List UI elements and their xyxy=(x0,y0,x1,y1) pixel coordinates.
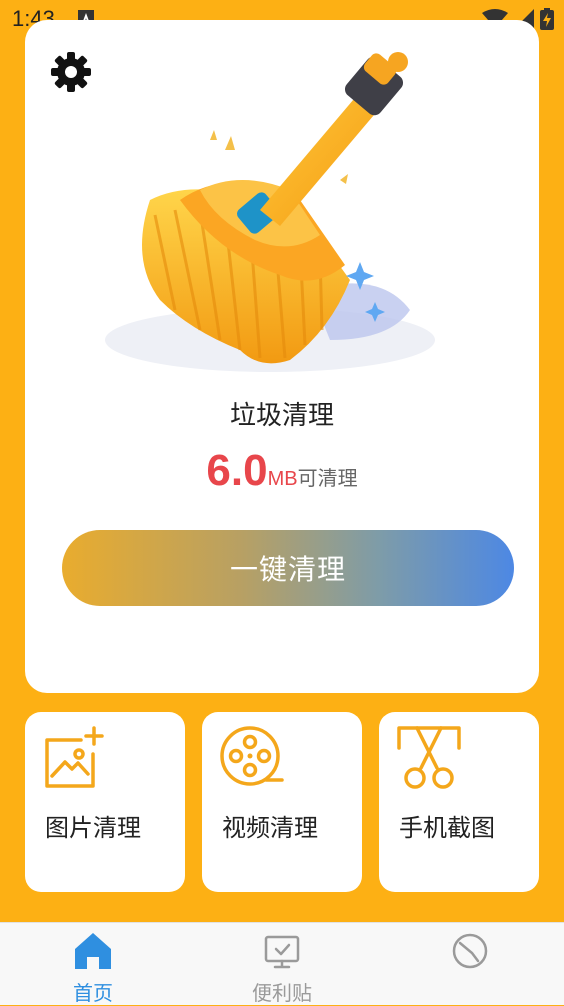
tab-clock[interactable] xyxy=(410,923,530,1005)
tab-notes-label: 便利贴 xyxy=(252,981,312,1005)
image-clean-card[interactable]: 图片清理 xyxy=(25,712,185,892)
junk-size-suffix: 可清理 xyxy=(297,466,358,490)
broom-illustration xyxy=(105,52,435,372)
image-add-icon xyxy=(45,726,104,788)
tool-label: 视频清理 xyxy=(222,814,318,842)
gear-icon xyxy=(51,52,91,92)
page-title: 垃圾清理 xyxy=(229,401,334,431)
clock-icon xyxy=(452,933,488,969)
junk-size-unit: MB xyxy=(267,468,298,490)
video-clean-card[interactable]: 视频清理 xyxy=(202,712,362,892)
battery-charging-icon xyxy=(540,8,554,30)
bottom-nav: 首页 便利贴 xyxy=(0,922,564,1005)
tab-home[interactable]: 首页 xyxy=(33,923,153,1005)
home-icon xyxy=(75,933,111,969)
junk-size: 6.0MB可清理 xyxy=(0,446,564,496)
junk-size-value: 6.0 xyxy=(206,446,268,495)
settings-button[interactable] xyxy=(50,51,92,93)
one-click-clean-button[interactable]: 一键清理 xyxy=(62,530,514,606)
tab-notes[interactable]: 便利贴 xyxy=(222,923,342,1005)
screenshot-card[interactable]: 手机截图 xyxy=(379,712,539,892)
tool-label: 手机截图 xyxy=(399,814,495,842)
film-reel-icon xyxy=(220,726,284,786)
scissors-icon xyxy=(397,726,461,789)
tool-label: 图片清理 xyxy=(45,814,141,842)
note-icon xyxy=(264,935,300,969)
tab-home-label: 首页 xyxy=(73,981,113,1005)
